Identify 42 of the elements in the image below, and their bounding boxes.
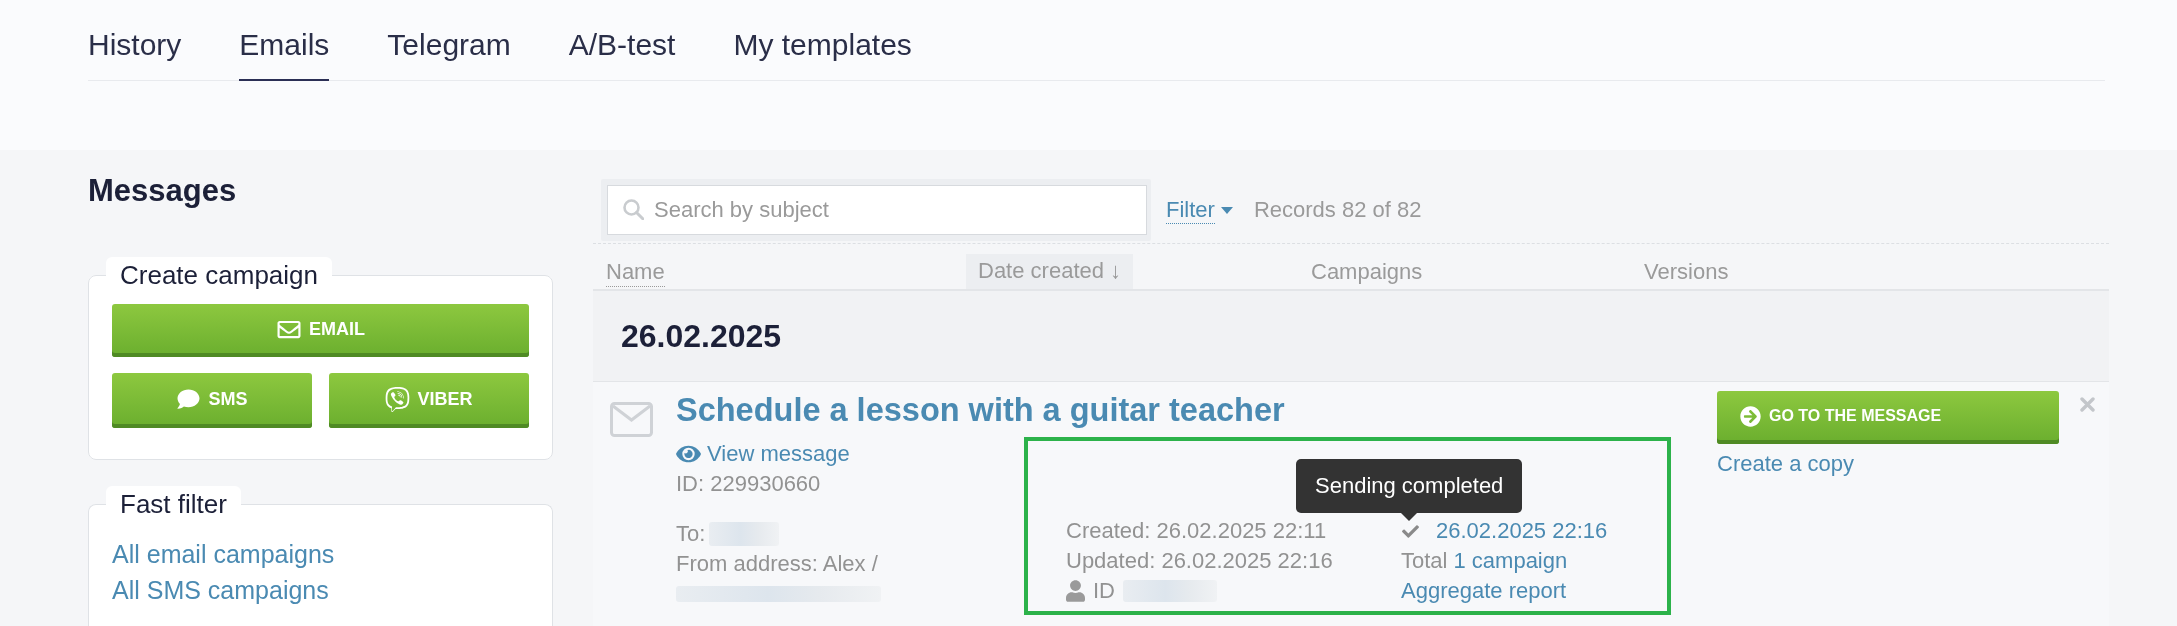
column-header[interactable]: Campaigns [1311, 258, 1423, 287]
email-campaign-button[interactable]: EMAIL [112, 304, 529, 357]
caret-icon [1220, 206, 1233, 214]
viber-campaign-button[interactable]: VIBER [329, 373, 529, 428]
group-date: 26.02.2025 [621, 317, 782, 355]
sms-campaign-button[interactable]: SMS [112, 373, 312, 428]
campaign-list-link[interactable]: All SMS campaigns [112, 572, 329, 608]
nav-tab[interactable]: Telegram [387, 1, 511, 81]
nav-tab[interactable]: My templates [733, 1, 912, 81]
nav-tab[interactable]: Emails [239, 1, 330, 81]
view-message-link[interactable]: View message [676, 439, 850, 469]
campaigns-link[interactable]: 1 campaign [1453, 546, 1568, 576]
create-copy-link[interactable]: Create a copy [1717, 449, 1854, 479]
message-id: ID: 229930660 [676, 470, 821, 498]
filter-dropdown-link[interactable]: Filter [1166, 196, 1233, 224]
speech-bubble-icon [176, 388, 202, 410]
author-label: ID [1093, 577, 1115, 605]
nav-tab[interactable]: History [88, 1, 182, 81]
close-icon[interactable] [2080, 397, 2095, 412]
nav-tab[interactable]: A/B-test [568, 1, 676, 81]
go-to-message-button[interactable]: GO TO THE MESSAGE [1717, 391, 2059, 444]
message-title-link[interactable]: Schedule a lesson with a guitar teacher [676, 390, 1285, 430]
check-icon [1401, 522, 1420, 540]
envelope-icon [610, 402, 653, 437]
search-field[interactable]: Search by subject [607, 185, 1147, 235]
column-header[interactable]: Date created ↓ [966, 254, 1134, 289]
blurred-text [709, 522, 780, 546]
phone-bubble-icon [385, 385, 411, 413]
eye-icon [676, 443, 701, 465]
page-title: Messages [88, 172, 238, 210]
from-address: From address: Alex / [676, 550, 878, 578]
campaign-list-link[interactable]: All email campaigns [112, 536, 335, 572]
updated-date: Updated: 26.02.2025 22:16 [1066, 547, 1333, 575]
status-tooltip: Sending completed [1296, 459, 1523, 521]
column-header[interactable]: Name [606, 258, 665, 287]
column-header[interactable]: Versions [1644, 258, 1729, 287]
person-icon [1066, 580, 1085, 602]
aggregate-report-link[interactable]: Aggregate report [1401, 576, 1567, 606]
total-label: Total [1401, 547, 1448, 575]
recipient-label: To: [676, 520, 706, 548]
records-count: Records 82 of 82 [1253, 197, 1422, 223]
search-icon [623, 199, 644, 220]
